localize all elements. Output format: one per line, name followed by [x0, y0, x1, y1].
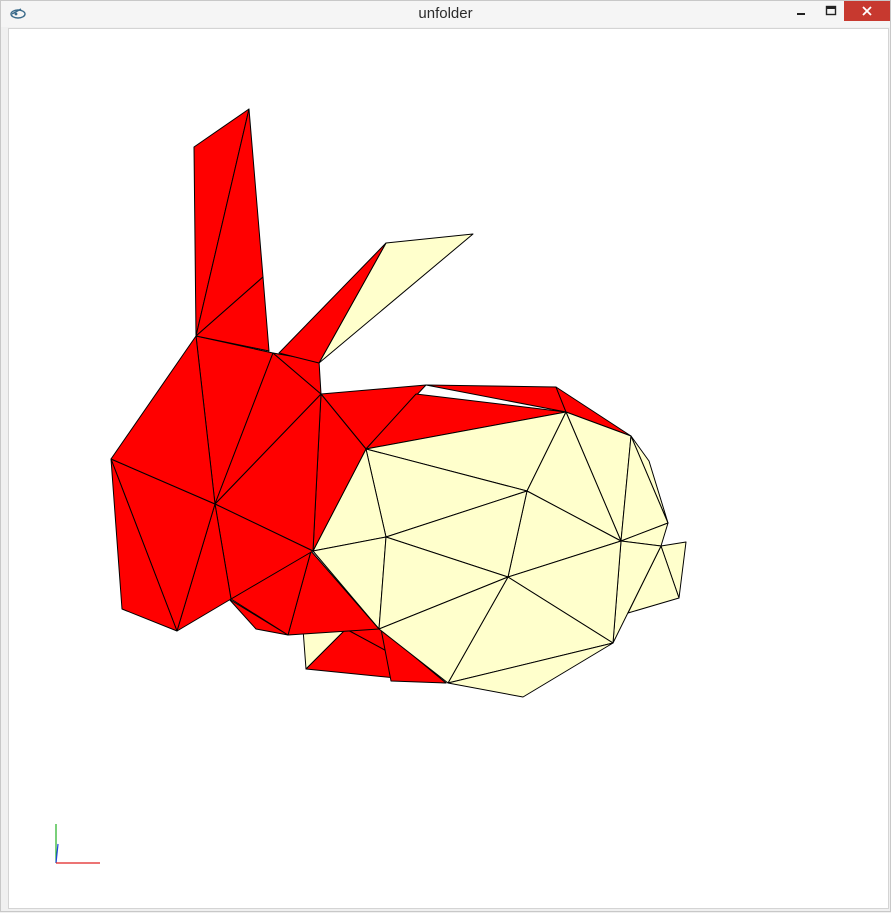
axis-gizmo	[55, 824, 100, 864]
app-window: unfolder	[0, 0, 891, 912]
